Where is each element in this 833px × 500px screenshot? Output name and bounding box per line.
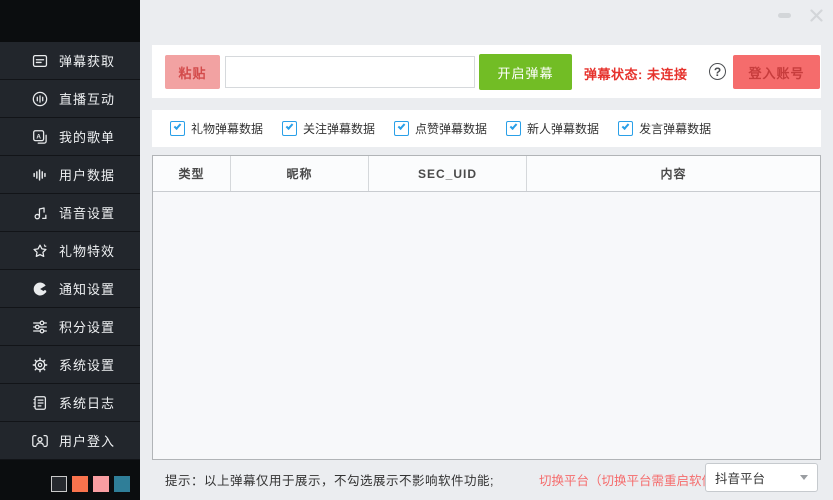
sidebar-item-label: 礼物特效 bbox=[59, 241, 115, 260]
theme-color-swatch-3[interactable] bbox=[114, 476, 130, 492]
sidebar-item-label: 系统日志 bbox=[59, 393, 115, 412]
connection-status: 弹幕状态: 未连接 bbox=[584, 64, 687, 83]
checkbox-checked-icon[interactable] bbox=[506, 121, 521, 136]
svg-text:A: A bbox=[36, 133, 41, 140]
notification-icon bbox=[30, 279, 50, 299]
checkbox-checked-icon[interactable] bbox=[394, 121, 409, 136]
points-icon bbox=[30, 317, 50, 337]
table-body bbox=[153, 192, 820, 460]
close-icon bbox=[810, 9, 823, 22]
toolbar-panel: 粘贴 开启弹幕 弹幕状态: 未连接 ? 登入账号 bbox=[152, 45, 821, 98]
sidebar-item-label: 我的歌单 bbox=[59, 127, 115, 146]
theme-color-swatch-2[interactable] bbox=[93, 476, 109, 492]
minimize-button[interactable] bbox=[769, 0, 799, 30]
danmaku-list-icon bbox=[30, 51, 50, 71]
sidebar-item-label: 用户登入 bbox=[59, 431, 115, 450]
system-log-icon bbox=[30, 393, 50, 413]
hint-text: 提示：以上弹幕仅用于展示，不勾选展示不影响软件功能; bbox=[165, 470, 494, 489]
user-login-icon bbox=[30, 431, 50, 451]
gift-effects-icon bbox=[30, 241, 50, 261]
user-data-icon bbox=[30, 165, 50, 185]
room-url-input[interactable] bbox=[225, 56, 475, 88]
filter-label: 关注弹幕数据 bbox=[303, 120, 375, 137]
checkbox-checked-icon[interactable] bbox=[170, 121, 185, 136]
table-header-row: 类型昵称SEC_UID内容 bbox=[153, 156, 820, 192]
filter-checkbox-group-1[interactable]: 关注弹幕数据 bbox=[282, 120, 375, 137]
filter-label: 新人弹幕数据 bbox=[527, 120, 599, 137]
sidebar-item-label: 通知设置 bbox=[59, 279, 115, 298]
main-area: 粘贴 开启弹幕 弹幕状态: 未连接 ? 登入账号 礼物弹幕数据 关注弹幕数据 点赞弹… bbox=[140, 0, 833, 500]
paste-button[interactable]: 粘贴 bbox=[165, 55, 220, 89]
switch-platform-label[interactable]: 切换平台（切换平台需重启软件） bbox=[539, 470, 727, 489]
theme-color-row bbox=[51, 476, 130, 492]
help-icon[interactable]: ? bbox=[709, 63, 726, 80]
playlist-icon: A bbox=[30, 127, 50, 147]
filter-label: 点赞弹幕数据 bbox=[415, 120, 487, 137]
chevron-down-icon bbox=[800, 475, 808, 480]
app-window: { "sidebar": { "items": [ { "label": "弹幕… bbox=[0, 0, 833, 500]
sidebar-item-label: 弹幕获取 bbox=[59, 51, 115, 70]
filter-checkbox-group-4[interactable]: 发言弹幕数据 bbox=[618, 120, 711, 137]
login-button[interactable]: 登入账号 bbox=[733, 55, 820, 89]
platform-select[interactable]: 抖音平台 bbox=[705, 463, 818, 492]
window-controls bbox=[769, 0, 833, 30]
sidebar-item-1[interactable]: 直播互动 bbox=[0, 80, 140, 118]
table-column-header-1: 昵称 bbox=[231, 156, 369, 191]
filter-panel: 礼物弹幕数据 关注弹幕数据 点赞弹幕数据 新人弹幕数据 发言弹幕数据 bbox=[152, 110, 821, 147]
filter-checkbox-group-2[interactable]: 点赞弹幕数据 bbox=[394, 120, 487, 137]
sidebar-item-7[interactable]: 积分设置 bbox=[0, 308, 140, 346]
sidebar-item-4[interactable]: 语音设置 bbox=[0, 194, 140, 232]
filter-label: 礼物弹幕数据 bbox=[191, 120, 263, 137]
filter-checkbox-group-0[interactable]: 礼物弹幕数据 bbox=[170, 120, 263, 137]
sidebar-item-9[interactable]: 系统日志 bbox=[0, 384, 140, 422]
theme-color-swatch-0[interactable] bbox=[51, 476, 67, 492]
table-column-header-0: 类型 bbox=[153, 156, 231, 191]
sidebar-item-8[interactable]: 系统设置 bbox=[0, 346, 140, 384]
sidebar-item-10[interactable]: 用户登入 bbox=[0, 422, 140, 460]
voice-settings-icon bbox=[30, 203, 50, 223]
sidebar-item-label: 语音设置 bbox=[59, 203, 115, 222]
sidebar-item-5[interactable]: 礼物特效 bbox=[0, 232, 140, 270]
sidebar-item-label: 系统设置 bbox=[59, 355, 115, 374]
table-column-header-3: 内容 bbox=[527, 156, 820, 191]
danmaku-table: 类型昵称SEC_UID内容 bbox=[152, 155, 821, 460]
live-interaction-icon bbox=[30, 89, 50, 109]
theme-color-swatch-1[interactable] bbox=[72, 476, 88, 492]
close-button[interactable] bbox=[799, 0, 833, 30]
checkbox-checked-icon[interactable] bbox=[282, 121, 297, 136]
sidebar-item-label: 积分设置 bbox=[59, 317, 115, 336]
sidebar-item-label: 用户数据 bbox=[59, 165, 115, 184]
sidebar-item-label: 直播互动 bbox=[59, 89, 115, 108]
minimize-icon bbox=[778, 13, 791, 18]
sidebar-item-3[interactable]: 用户数据 bbox=[0, 156, 140, 194]
sidebar-item-6[interactable]: 通知设置 bbox=[0, 270, 140, 308]
filter-label: 发言弹幕数据 bbox=[639, 120, 711, 137]
platform-selected-value: 抖音平台 bbox=[715, 468, 800, 487]
filter-checkbox-group-3[interactable]: 新人弹幕数据 bbox=[506, 120, 599, 137]
start-danmaku-button[interactable]: 开启弹幕 bbox=[479, 54, 572, 90]
checkbox-checked-icon[interactable] bbox=[618, 121, 633, 136]
table-column-header-2: SEC_UID bbox=[369, 156, 527, 191]
sidebar-item-2[interactable]: A 我的歌单 bbox=[0, 118, 140, 156]
sidebar: 弹幕获取直播互动 A 我的歌单用户数据语音设置礼物特效通知设置积分设置系统设置系统日… bbox=[0, 0, 140, 500]
system-settings-icon bbox=[30, 355, 50, 375]
sidebar-item-0[interactable]: 弹幕获取 bbox=[0, 42, 140, 80]
sidebar-menu: 弹幕获取直播互动 A 我的歌单用户数据语音设置礼物特效通知设置积分设置系统设置系统日… bbox=[0, 42, 140, 460]
